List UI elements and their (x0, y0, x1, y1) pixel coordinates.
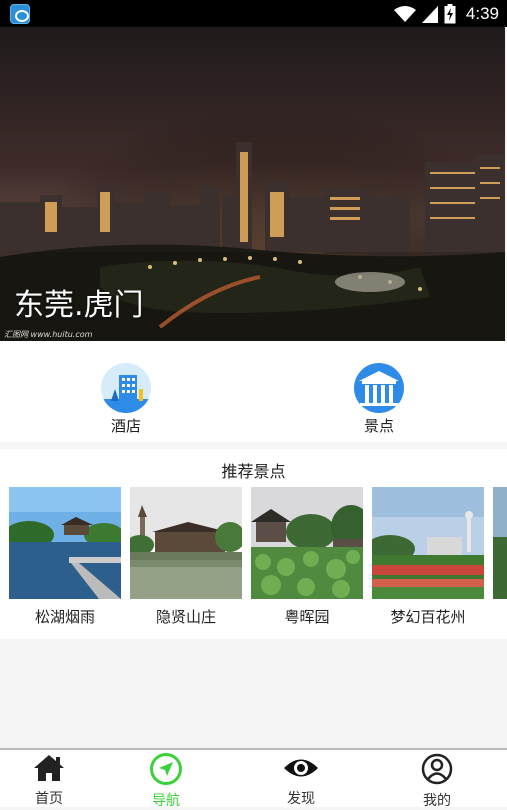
spot-image (372, 487, 484, 599)
spot-image (9, 487, 121, 599)
spot-image (493, 487, 507, 599)
status-time: 4:39 (465, 4, 499, 23)
bottom-tab-bar: 首页 导航 发现 我的 (0, 748, 507, 810)
spot-name: 梦幻百花州 (390, 608, 466, 626)
spot-card[interactable]: 粤晖园 (251, 487, 363, 627)
spot-card[interactable]: 隐贤山庄 (130, 487, 242, 627)
tab-discover-label: 发现 (287, 791, 315, 807)
tab-home-label: 首页 (35, 791, 63, 807)
category-bar: 酒店 景点 (0, 341, 507, 442)
eye-icon (284, 759, 318, 777)
battery-icon (444, 4, 456, 24)
spot-image (130, 487, 242, 599)
tab-navigation[interactable]: 导航 (126, 753, 206, 810)
hero-title: 东莞.虎门 (14, 288, 144, 323)
scenic-pavilion-icon (354, 363, 404, 413)
recommend-title: 推荐景点 (221, 462, 286, 481)
status-icons: 4:39 (393, 2, 499, 26)
spot-card[interactable]: 梦幻百花州 (372, 487, 484, 627)
category-hotel[interactable]: 酒店 (86, 363, 166, 436)
tab-profile-label: 我的 (423, 793, 451, 809)
spot-name: 松湖烟雨 (34, 608, 95, 626)
status-bar: 4:39 (0, 0, 507, 27)
spot-name: 隐贤山庄 (155, 608, 216, 626)
home-icon (34, 755, 64, 781)
navigation-icon (150, 753, 182, 785)
tab-navigation-label: 导航 (152, 793, 180, 809)
tab-home[interactable]: 首页 (9, 753, 89, 808)
app-notification-icon (10, 4, 30, 24)
user-icon (421, 753, 453, 785)
recommend-section: 推荐景点 松湖烟雨 隐贤山庄 粤晖园 梦幻百花州 (0, 449, 507, 639)
hotel-building-icon (101, 363, 151, 413)
category-hotel-label: 酒店 (110, 417, 141, 435)
spot-card-partial[interactable] (493, 487, 507, 599)
category-scenic[interactable]: 景点 (339, 363, 419, 436)
tab-discover[interactable]: 发现 (261, 753, 341, 808)
spot-name: 粤晖园 (284, 608, 330, 626)
category-scenic-label: 景点 (363, 417, 394, 435)
hero-watermark: 汇图网 www.huitu.com (4, 330, 93, 339)
spot-card[interactable]: 松湖烟雨 (9, 487, 121, 627)
wifi-icon (393, 5, 416, 22)
signal-icon (421, 5, 438, 23)
hero-banner[interactable]: 东莞.虎门 汇图网 www.huitu.com (0, 27, 505, 341)
tab-profile[interactable]: 我的 (397, 753, 477, 810)
spot-image (251, 487, 363, 599)
